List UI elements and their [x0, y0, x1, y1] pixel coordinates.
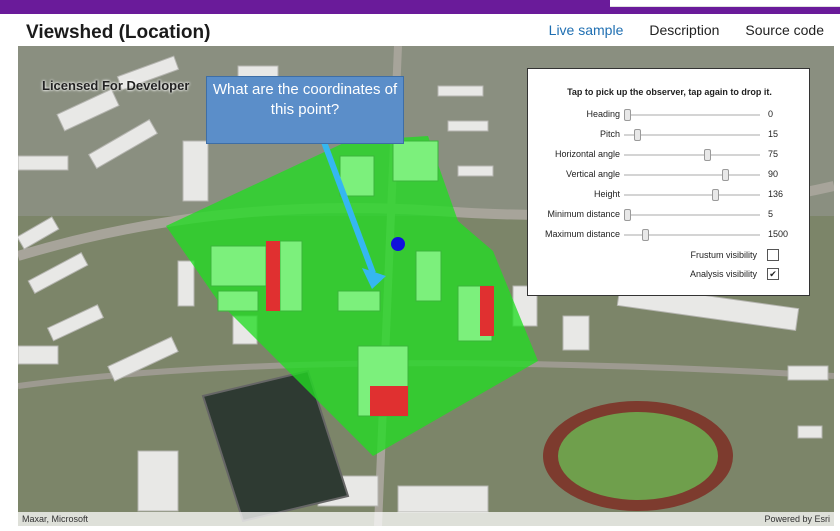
slider-label: Maximum distance: [544, 229, 620, 239]
slider-value: 15: [768, 129, 779, 139]
slider-value: 136: [768, 189, 784, 199]
slider-label: Heading: [586, 109, 620, 119]
search-strip: [610, 0, 840, 7]
slider-thumb[interactable]: [624, 209, 631, 221]
slider-label: Height: [593, 189, 620, 199]
slider-thumb[interactable]: [642, 229, 649, 241]
slider-label: Vertical angle: [565, 169, 620, 179]
panel-hint: Tap to pick up the observer, tap again t…: [567, 87, 772, 97]
slider-thumb[interactable]: [704, 149, 711, 161]
pitch-slider[interactable]: [624, 129, 760, 141]
slider-value: 0: [768, 109, 774, 119]
slider-row-minimum-distance: Minimum distance 5: [528, 207, 811, 223]
slider-thumb[interactable]: [722, 169, 729, 181]
vertical-angle-slider[interactable]: [624, 169, 760, 181]
frame-left: [0, 46, 18, 531]
slider-row-height: Height 136: [528, 187, 811, 203]
tab-source-code[interactable]: Source code: [745, 22, 824, 38]
analysis-visibility-checkbox[interactable]: ✔: [767, 268, 779, 280]
height-slider[interactable]: [624, 189, 760, 201]
football-field: [558, 412, 718, 500]
tab-description[interactable]: Description: [649, 22, 719, 38]
frustum-visibility-checkbox[interactable]: [767, 249, 779, 261]
slider-thumb[interactable]: [634, 129, 641, 141]
checkbox-label: Analysis visibility: [689, 269, 757, 279]
frustum-visibility-row: Frustum visibility: [529, 249, 779, 263]
analysis-visibility-row: Analysis visibility ✔: [529, 268, 779, 282]
slider-label: Horizontal angle: [554, 149, 620, 159]
esri-credit[interactable]: Powered by Esri: [764, 514, 830, 524]
horizontal-angle-slider[interactable]: [624, 149, 760, 161]
slider-row-heading: Heading 0: [528, 107, 811, 123]
slider-thumb[interactable]: [712, 189, 719, 201]
slider-label: Minimum distance: [547, 209, 620, 219]
attribution-left: Maxar, Microsoft: [22, 514, 89, 524]
minimum-distance-slider[interactable]: [624, 209, 760, 221]
slider-label: Pitch: [599, 129, 620, 139]
heading-slider[interactable]: [624, 109, 760, 121]
sample-tabs: Live sample Description Source code: [549, 22, 824, 38]
scene-view[interactable]: Licensed For Developer What are the coor…: [18, 46, 834, 526]
license-watermark: Licensed For Developer: [42, 78, 190, 93]
checkbox-label: Frustum visibility: [690, 250, 757, 260]
slider-thumb[interactable]: [624, 109, 631, 121]
top-bar: [0, 0, 840, 16]
slider-row-horizontal-angle: Horizontal angle 75: [528, 147, 811, 163]
slider-value: 1500: [768, 229, 789, 239]
frame-right: [834, 46, 840, 531]
slider-row-vertical-angle: Vertical angle 90: [528, 167, 811, 183]
slider-value: 5: [768, 209, 774, 219]
maximum-distance-slider[interactable]: [624, 229, 760, 241]
sample-header: Viewshed (Location) Live sample Descript…: [0, 16, 840, 46]
slider-row-maximum-distance: Maximum distance 1500: [528, 227, 811, 243]
slider-row-pitch: Pitch 15: [528, 127, 811, 143]
slider-value: 75: [768, 149, 779, 159]
map-attribution: Maxar, Microsoft Powered by Esri: [18, 512, 834, 526]
tab-live-sample[interactable]: Live sample: [549, 22, 624, 38]
question-callout: What are the coordinates of this point?: [206, 76, 404, 144]
observer-point[interactable]: [391, 237, 405, 251]
frame-bottom: [0, 526, 840, 531]
slider-value: 90: [768, 169, 779, 179]
page-title: Viewshed (Location): [26, 22, 211, 43]
viewshed-settings-panel: Tap to pick up the observer, tap again t…: [527, 68, 810, 296]
